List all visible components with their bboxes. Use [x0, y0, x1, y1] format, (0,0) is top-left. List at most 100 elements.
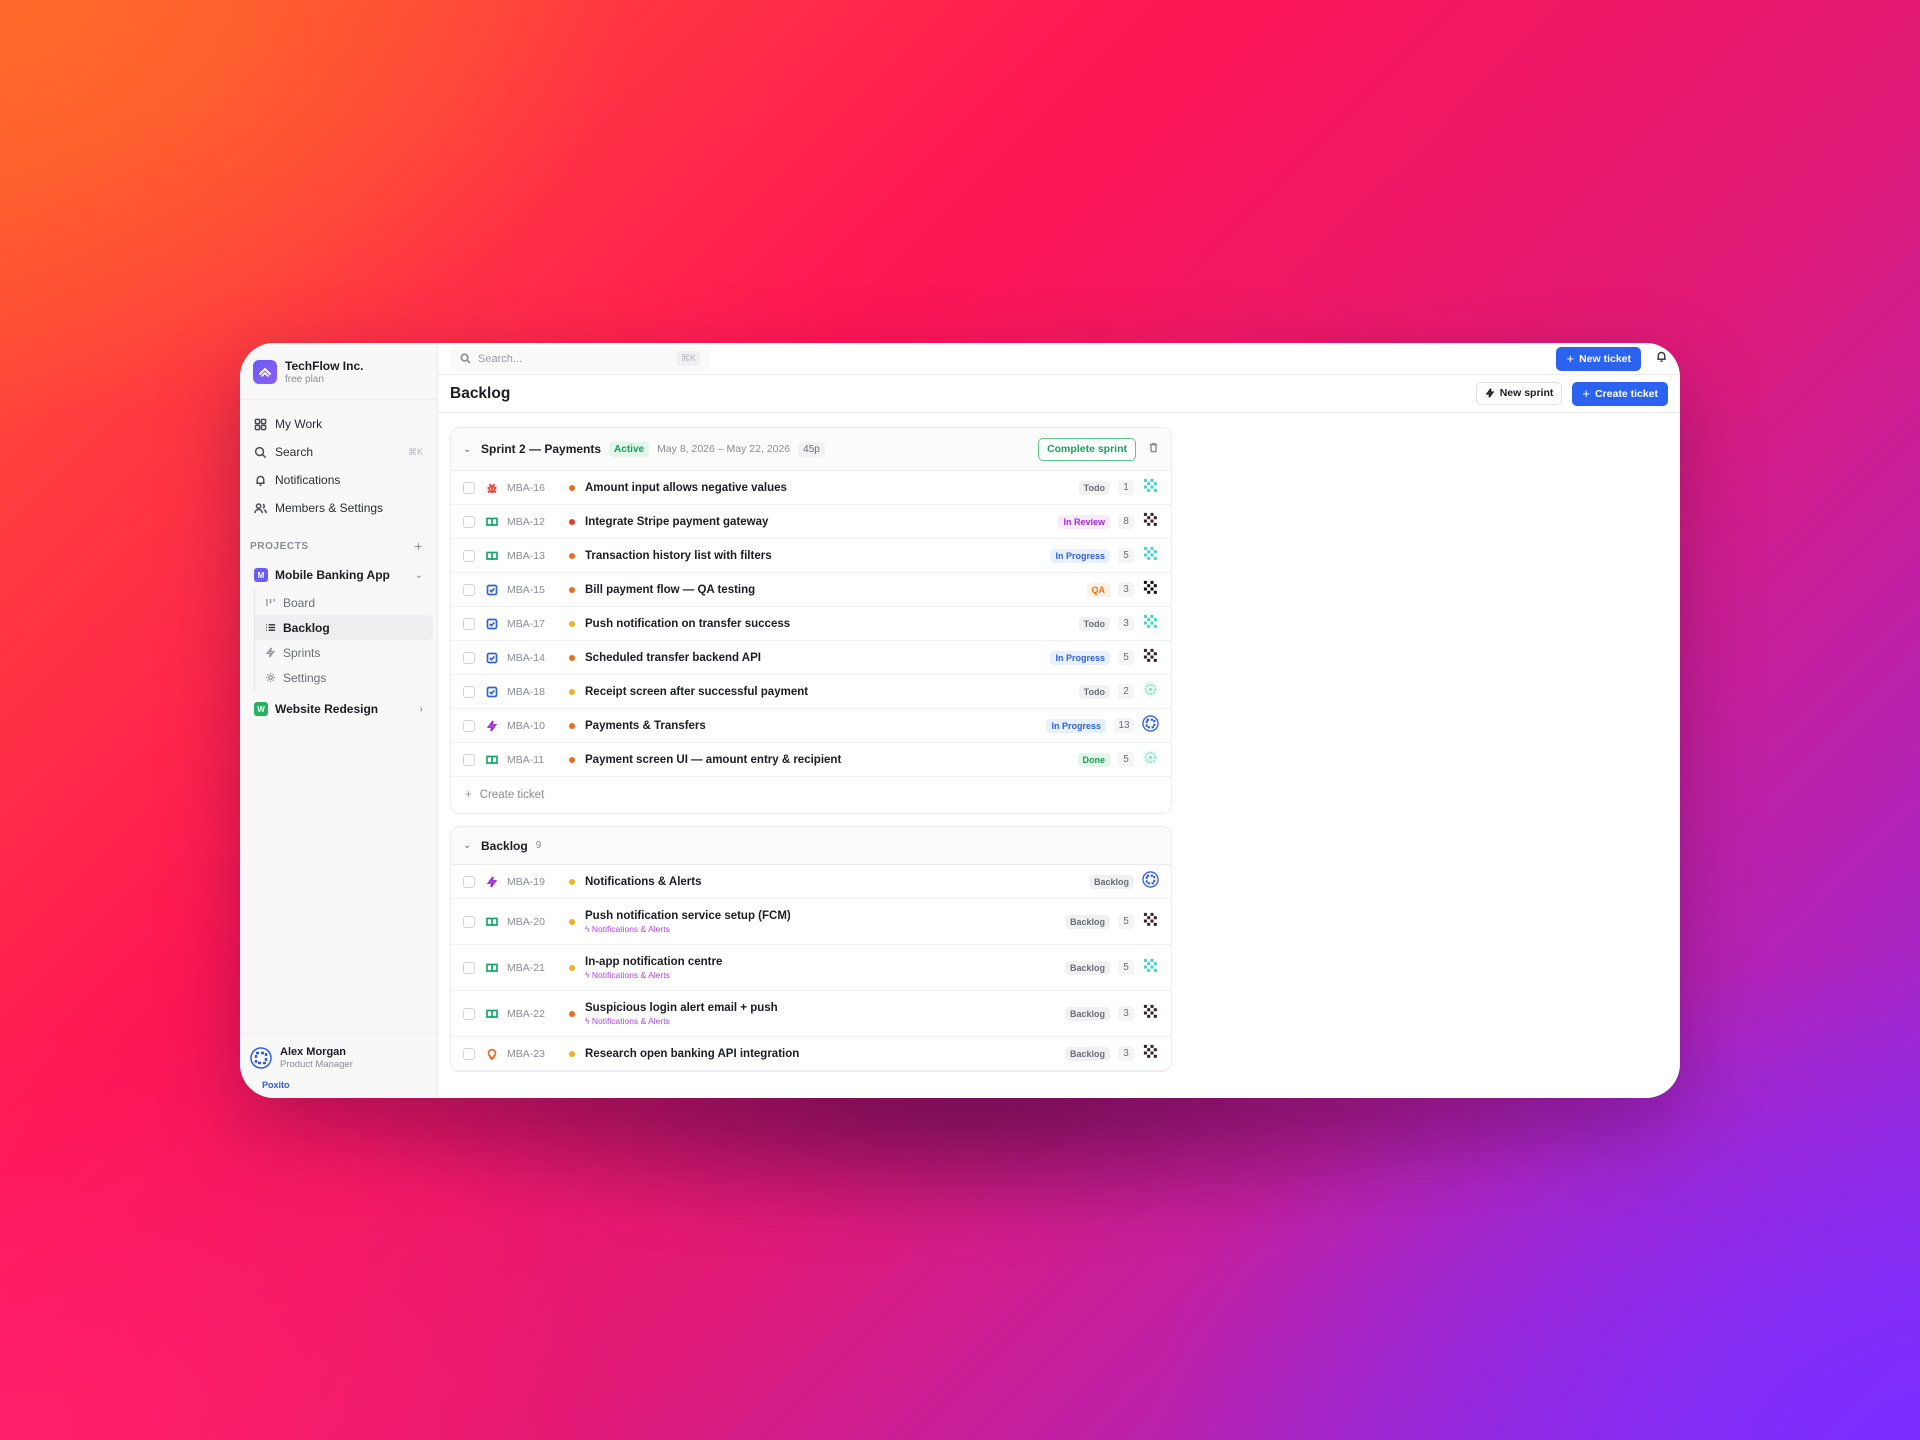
status-badge[interactable]: Backlog	[1064, 1006, 1110, 1021]
row-checkbox[interactable]	[463, 961, 475, 974]
row-checkbox[interactable]	[463, 719, 475, 732]
ticket-row[interactable]: MBA-21 In-app notification centre ϟ Notifi…	[451, 945, 1171, 991]
new-sprint-button[interactable]: New sprint	[1475, 381, 1563, 405]
ticket-row[interactable]: MBA-16 Amount input allows negative value…	[451, 471, 1171, 505]
ticket-row[interactable]: MBA-20 Push notification service setup (F…	[451, 899, 1171, 945]
assignee-avatar[interactable]	[1142, 870, 1159, 893]
chevron-down-icon[interactable]: ⌄	[415, 570, 423, 581]
row-checkbox[interactable]	[463, 915, 475, 928]
estimate-badge: 5	[1118, 960, 1134, 975]
status-badge[interactable]: Todo	[1078, 616, 1110, 631]
bell-icon	[1657, 351, 1666, 362]
status-badge[interactable]: In Progress	[1050, 650, 1110, 665]
ticket-row[interactable]: MBA-14 Scheduled transfer backend API In P…	[451, 641, 1171, 675]
row-checkbox[interactable]	[463, 1007, 475, 1020]
row-checkbox[interactable]	[463, 1047, 475, 1060]
trash-icon[interactable]	[1148, 440, 1159, 458]
app-window: TechFlow Inc. free plan My Work Search ⌘…	[240, 343, 1680, 1098]
row-checkbox[interactable]	[463, 685, 475, 698]
status-badge[interactable]: Done	[1077, 752, 1110, 767]
assignee-avatar[interactable]	[1142, 646, 1159, 669]
create-ticket-inline[interactable]: + Create ticket	[451, 777, 1171, 813]
ticket-row[interactable]: MBA-17 Push notification on transfer succ…	[451, 607, 1171, 641]
nav-notifications[interactable]: Notifications	[248, 466, 429, 494]
chevron-right-icon[interactable]: ›	[420, 704, 423, 715]
ticket-row[interactable]: MBA-15 Bill payment flow — QA testing QA 3	[451, 573, 1171, 607]
project-website-redesign[interactable]: W Website Redesign ›	[244, 696, 433, 722]
row-checkbox[interactable]	[463, 481, 475, 494]
search-input[interactable]: Search... ⌘K	[450, 346, 710, 371]
subnav-board[interactable]: Board	[254, 590, 433, 615]
assignee-avatar[interactable]	[1142, 544, 1159, 567]
ticket-row[interactable]: MBA-12 Integrate Stripe payment gateway In…	[451, 505, 1171, 539]
new-ticket-button[interactable]: + New ticket	[1556, 346, 1641, 371]
user-profile[interactable]: Alex Morgan Product Manager Poxito	[240, 1033, 437, 1098]
nav-search[interactable]: Search ⌘K	[248, 438, 429, 466]
assignee-avatar[interactable]	[1142, 910, 1159, 933]
ticket-row[interactable]: MBA-13 Transaction history list with filt…	[451, 539, 1171, 573]
row-checkbox[interactable]	[463, 753, 475, 766]
ticket-row[interactable]: MBA-23 Research open banking API integrat…	[451, 1037, 1171, 1071]
ticket-key: MBA-17	[507, 617, 545, 630]
notifications-bell[interactable]	[1655, 350, 1668, 368]
nav-my-work[interactable]: My Work	[248, 410, 429, 438]
assignee-avatar[interactable]	[1142, 1042, 1159, 1065]
assignee-avatar[interactable]	[1142, 1002, 1159, 1025]
chevron-down-icon[interactable]: ⌄	[463, 444, 473, 455]
create-ticket-button[interactable]: + Create ticket	[1572, 381, 1668, 406]
grid-icon	[254, 418, 267, 430]
epic-link[interactable]: ϟ Notifications & Alerts	[585, 1016, 778, 1026]
ticket-row[interactable]: MBA-10 Payments & Transfers In Progress 13	[451, 709, 1171, 743]
status-badge[interactable]: QA	[1086, 582, 1110, 597]
row-checkbox[interactable]	[463, 515, 475, 528]
ticket-row[interactable]: MBA-19 Notifications & Alerts Backlog	[451, 865, 1171, 899]
subnav-backlog[interactable]: Backlog	[254, 615, 433, 640]
sprint-header: ⌄ Sprint 2 — Payments Active May 8, 2026…	[451, 428, 1171, 471]
assignee-avatar[interactable]	[1142, 476, 1159, 499]
assignee-avatar[interactable]	[1142, 578, 1159, 601]
row-checkbox[interactable]	[463, 875, 475, 888]
ticket-row[interactable]: MBA-11 Payment screen UI — amount entry &…	[451, 743, 1171, 777]
assignee-avatar[interactable]	[1142, 714, 1159, 737]
book-icon	[485, 549, 499, 563]
row-checkbox[interactable]	[463, 549, 475, 562]
status-badge[interactable]: Backlog	[1064, 1046, 1110, 1061]
estimate-badge: 3	[1118, 1046, 1134, 1061]
assignee-avatar[interactable]	[1142, 612, 1159, 635]
subnav-settings[interactable]: Settings	[254, 665, 433, 690]
status-badge[interactable]: In Review	[1058, 514, 1110, 529]
assignee-avatar[interactable]	[1142, 749, 1159, 771]
epic-link[interactable]: ϟ Notifications & Alerts	[585, 970, 722, 980]
project-mobile-banking[interactable]: M Mobile Banking App ⌄	[244, 562, 433, 588]
status-badge[interactable]: Backlog	[1064, 960, 1110, 975]
ticket-key: MBA-20	[507, 915, 545, 928]
users-icon	[254, 502, 267, 513]
status-badge[interactable]: Backlog	[1064, 914, 1110, 929]
epic-link[interactable]: ϟ Notifications & Alerts	[585, 924, 791, 934]
status-badge[interactable]: Todo	[1078, 684, 1110, 699]
row-checkbox[interactable]	[463, 617, 475, 630]
status-badge[interactable]: In Progress	[1046, 718, 1106, 733]
assignee-avatar[interactable]	[1142, 956, 1159, 979]
nav-members-settings[interactable]: Members & Settings	[248, 494, 429, 522]
estimate-badge: 3	[1118, 582, 1134, 597]
add-project-icon[interactable]: +	[414, 538, 423, 554]
sprint-card: ⌄ Sprint 2 — Payments Active May 8, 2026…	[450, 427, 1172, 814]
status-badge[interactable]: In Progress	[1050, 548, 1110, 563]
nav-label: Members & Settings	[275, 501, 384, 515]
complete-sprint-button[interactable]: Complete sprint	[1038, 437, 1136, 461]
row-checkbox[interactable]	[463, 583, 475, 596]
status-badge[interactable]: Backlog	[1088, 874, 1134, 889]
ticket-row[interactable]: MBA-18 Receipt screen after successful pa…	[451, 675, 1171, 709]
ticket-title: Push notification service setup (FCM)	[585, 909, 791, 922]
status-badge[interactable]: Todo	[1078, 480, 1110, 495]
ticket-title: Bill payment flow — QA testing	[585, 583, 756, 596]
assignee-avatar[interactable]	[1142, 681, 1159, 703]
org-switcher[interactable]: TechFlow Inc. free plan	[240, 343, 437, 400]
chevron-down-icon[interactable]: ⌄	[463, 840, 473, 851]
subnav-sprints[interactable]: Sprints	[254, 640, 433, 665]
estimate-badge: 5	[1118, 914, 1134, 929]
assignee-avatar[interactable]	[1142, 510, 1159, 533]
ticket-row[interactable]: MBA-22 Suspicious login alert email + pus…	[451, 991, 1171, 1037]
row-checkbox[interactable]	[463, 651, 475, 664]
